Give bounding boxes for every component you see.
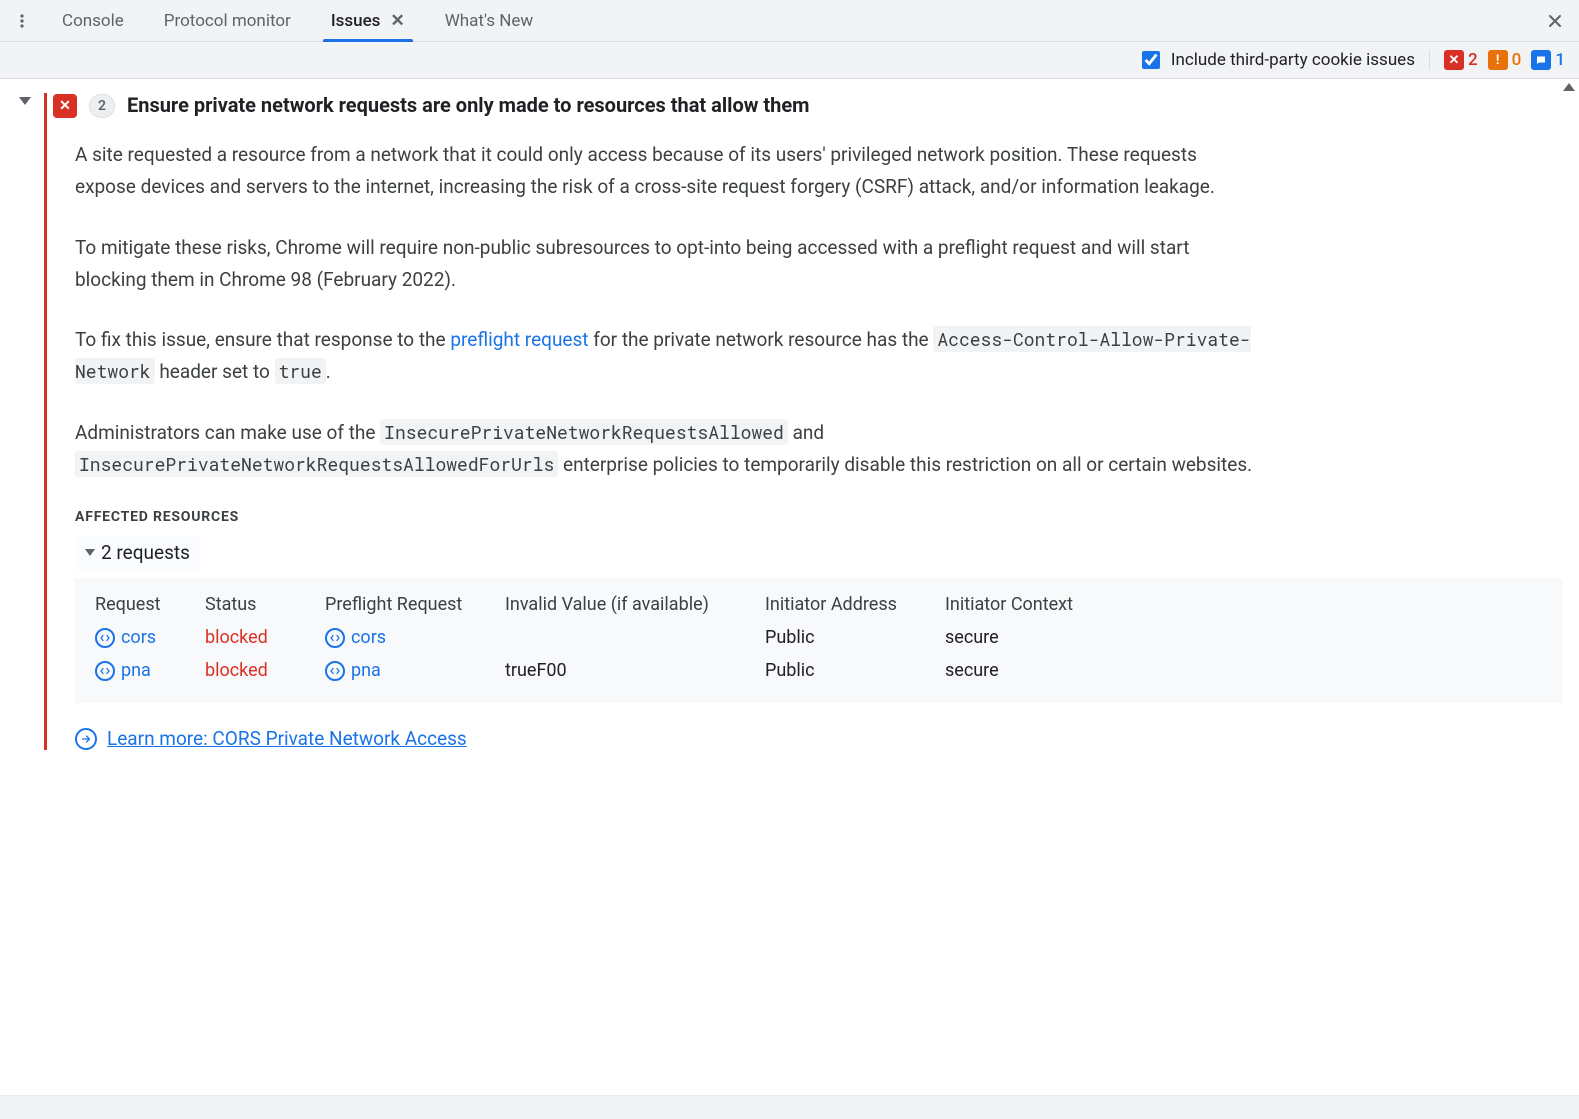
text: . (326, 360, 331, 383)
initiator-address-cell: Public (765, 660, 935, 681)
table-row: pna blocked pna trueF00 Public secure (95, 654, 1543, 687)
issue-description: A site requested a resource from a netwo… (75, 139, 1255, 481)
thirdparty-cookie-label: Include third-party cookie issues (1171, 50, 1415, 70)
col-initiator-address: Initiator Address (765, 594, 935, 615)
status-cell: blocked (205, 627, 315, 648)
panel-tabbar: Console Protocol monitor Issues ✕ What's… (0, 0, 1579, 42)
text: header set to (159, 360, 274, 383)
tab-list: Console Protocol monitor Issues ✕ What's… (44, 0, 551, 41)
code-header-value: true (275, 358, 326, 384)
arrow-right-icon (75, 728, 97, 750)
tab-console[interactable]: Console (44, 0, 142, 41)
invalid-value-cell: trueF00 (505, 660, 755, 681)
table-header-row: Request Status Preflight Request Invalid… (95, 588, 1543, 621)
status-cell: blocked (205, 660, 315, 681)
warning-icon: ! (1488, 50, 1508, 70)
tab-whats-new[interactable]: What's New (427, 0, 551, 41)
preflight-link[interactable]: pna (325, 660, 495, 681)
tab-issues[interactable]: Issues ✕ (313, 0, 423, 41)
scroll-up-icon[interactable] (1563, 83, 1575, 91)
tab-label: Protocol monitor (164, 11, 291, 31)
col-initiator-context: Initiator Context (945, 594, 1115, 615)
issue-body: ✕ 2 Ensure private network requests are … (44, 93, 1563, 750)
issue-paragraph: To fix this issue, ensure that response … (75, 324, 1255, 389)
text: enterprise policies to temporarily disab… (563, 453, 1252, 476)
tab-label: Console (62, 11, 124, 31)
info-icon (1531, 50, 1551, 70)
network-icon (95, 661, 115, 681)
code-policy: InsecurePrivateNetworkRequestsAllowedFor… (75, 451, 558, 477)
close-icon (1547, 13, 1563, 29)
chevron-down-icon (85, 549, 95, 556)
network-icon (325, 628, 345, 648)
error-count: 2 (1468, 50, 1478, 70)
table-row: cors blocked cors Public secure (95, 621, 1543, 654)
issue-title: Ensure private network requests are only… (127, 93, 810, 117)
request-name: cors (121, 627, 156, 648)
text: To fix this issue, ensure that response … (75, 328, 450, 351)
requests-summary-label: 2 requests (101, 541, 190, 564)
col-request: Request (95, 594, 195, 615)
issue-gutter (8, 93, 42, 750)
request-link[interactable]: pna (95, 660, 195, 681)
network-icon (325, 661, 345, 681)
more-menu-button[interactable] (8, 7, 36, 35)
requests-summary-toggle[interactable]: 2 requests (75, 535, 200, 570)
thirdparty-cookie-toggle[interactable]: Include third-party cookie issues (1138, 48, 1415, 72)
affected-requests-table: Request Status Preflight Request Invalid… (75, 578, 1563, 703)
initiator-address-cell: Public (765, 627, 935, 648)
error-counter[interactable]: ✕ 2 (1444, 50, 1478, 70)
bottom-bar (0, 1095, 1579, 1119)
col-invalid-value: Invalid Value (if available) (505, 594, 755, 615)
issue-header[interactable]: ✕ 2 Ensure private network requests are … (47, 93, 1563, 119)
warning-count: 0 (1512, 50, 1522, 70)
network-icon (95, 628, 115, 648)
text: Administrators can make use of the (75, 421, 380, 444)
col-preflight: Preflight Request (325, 594, 495, 615)
issue-expand-toggle[interactable] (19, 97, 31, 105)
severity-counters: ✕ 2 ! 0 1 (1429, 50, 1565, 70)
info-count: 1 (1555, 50, 1565, 70)
error-icon: ✕ (1444, 50, 1464, 70)
code-policy: InsecurePrivateNetworkRequestsAllowed (380, 419, 788, 445)
request-name: pna (121, 660, 151, 681)
issues-panel-content[interactable]: ✕ 2 Ensure private network requests are … (0, 79, 1579, 1095)
issue-paragraph: To mitigate these risks, Chrome will req… (75, 232, 1255, 297)
learn-more-link[interactable]: Learn more: CORS Private Network Access (107, 727, 467, 750)
preflight-request-link[interactable]: preflight request (450, 328, 588, 351)
error-icon: ✕ (53, 94, 77, 118)
tab-protocol-monitor[interactable]: Protocol monitor (146, 0, 309, 41)
tab-label: Issues (331, 11, 381, 31)
preflight-name: cors (351, 627, 386, 648)
warning-counter[interactable]: ! 0 (1488, 50, 1522, 70)
preflight-name: pna (351, 660, 381, 681)
learn-more: Learn more: CORS Private Network Access (75, 727, 467, 750)
thirdparty-cookie-checkbox[interactable] (1142, 51, 1160, 69)
initiator-context-cell: secure (945, 660, 1115, 681)
text: and (793, 421, 825, 444)
close-icon[interactable]: ✕ (390, 11, 404, 31)
issue-paragraph: A site requested a resource from a netwo… (75, 139, 1255, 204)
initiator-context-cell: secure (945, 627, 1115, 648)
col-status: Status (205, 594, 315, 615)
issue-count-pill: 2 (89, 94, 115, 118)
kebab-icon (14, 13, 30, 29)
info-counter[interactable]: 1 (1531, 50, 1565, 70)
tab-label: What's New (445, 11, 533, 31)
request-link[interactable]: cors (95, 627, 195, 648)
issues-filter-bar: Include third-party cookie issues ✕ 2 ! … (0, 42, 1579, 79)
close-panel-button[interactable] (1539, 5, 1571, 37)
issue-paragraph: Administrators can make use of the Insec… (75, 417, 1255, 482)
preflight-link[interactable]: cors (325, 627, 495, 648)
text: for the private network resource has the (593, 328, 933, 351)
issue-item: ✕ 2 Ensure private network requests are … (0, 79, 1579, 774)
affected-resources-heading: AFFECTED RESOURCES (75, 509, 1563, 525)
